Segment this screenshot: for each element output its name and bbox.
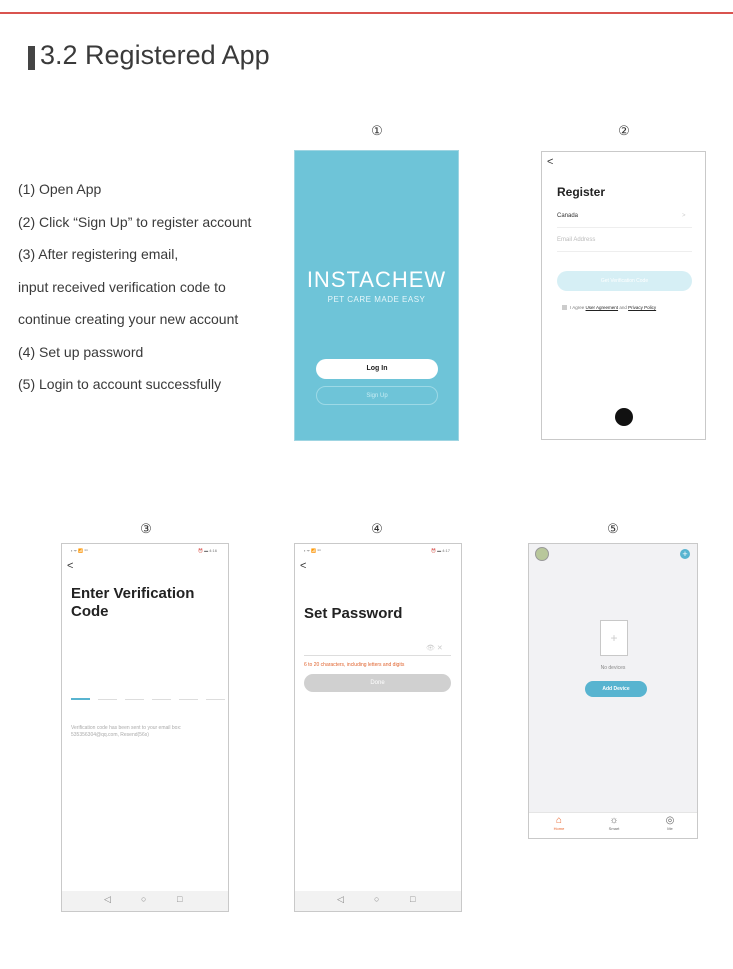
avatar[interactable] — [535, 547, 549, 561]
agree-checkbox[interactable] — [562, 305, 567, 311]
screen-set-password: ▪ ᯤ 📶 ⁸⁸ ⏰ ▬ 4:17 < Set Password 👁 ✕ 6 t… — [294, 543, 462, 912]
code-digit-slot[interactable] — [71, 698, 90, 700]
divider — [557, 251, 692, 252]
instructions-list: (1) Open App (2) Click “Sign Up” to regi… — [18, 181, 251, 409]
country-select[interactable]: Canada — [557, 213, 578, 219]
step-number-3: ③ — [140, 522, 152, 537]
signup-button[interactable]: Sign Up — [316, 386, 438, 405]
code-digit-slot[interactable] — [125, 699, 144, 700]
agreement-row: I Agree User Agreement and Privacy Polic… — [562, 305, 656, 311]
screen-home: + + No devices Add Device ⌂ Home ☼ Smart… — [528, 543, 698, 839]
instruction-line: (5) Login to account successfully — [18, 376, 222, 392]
tab-smart[interactable]: ☼ Smart — [594, 815, 634, 831]
step-number-2: ② — [618, 124, 630, 139]
code-digit-slot[interactable] — [152, 699, 171, 700]
android-nav-bar: ◁ ○ □ — [62, 891, 228, 911]
sun-icon: ☼ — [609, 815, 619, 826]
nav-recent-icon[interactable]: □ — [177, 894, 182, 904]
nav-back-icon[interactable]: ◁ — [104, 894, 111, 905]
email-field[interactable]: Email Address — [557, 237, 595, 243]
screen-splash: INSTACHEW PET CARE MADE EASY Log In Sign… — [294, 150, 459, 441]
password-hint: 6 to 20 characters, including letters an… — [304, 662, 405, 668]
instruction-line: input received verification code to — [18, 278, 226, 295]
password-field-icons[interactable]: 👁 ✕ — [426, 644, 443, 652]
status-bar-left: ▪ ᯤ 📶 ⁸⁸ — [304, 548, 321, 553]
section-title: 3.2 Registered App — [40, 40, 270, 70]
home-icon: ⌂ — [555, 815, 563, 826]
nav-home-icon[interactable]: ○ — [141, 894, 146, 904]
add-device-button[interactable]: Add Device — [585, 681, 647, 697]
app-logo: INSTACHEW — [306, 267, 447, 292]
back-icon[interactable]: < — [300, 560, 306, 572]
back-icon[interactable]: < — [547, 156, 553, 168]
apple-login-icon[interactable] — [615, 408, 633, 426]
done-button[interactable]: Done — [304, 674, 451, 692]
step-number-5: ⑤ — [607, 522, 619, 537]
get-verification-code-button[interactable]: Get Verification Code — [557, 271, 692, 291]
step-number-4: ④ — [371, 522, 383, 537]
code-digit-slot[interactable] — [206, 699, 225, 700]
status-bar-right: ⏰ ▬ 4:17 — [431, 548, 450, 553]
register-title: Register — [557, 185, 606, 199]
divider — [557, 227, 692, 228]
screen-register: < Register Canada > Email Address Get Ve… — [541, 151, 706, 440]
add-icon[interactable]: + — [680, 549, 690, 559]
section-marker — [28, 46, 35, 70]
app-tagline: PET CARE MADE EASY — [327, 295, 426, 304]
agree-and-text: and — [619, 305, 627, 310]
chevron-right-icon: > — [682, 213, 686, 219]
verification-title: Enter Verification Code — [71, 585, 195, 620]
instruction-line: (1) Open App — [18, 181, 102, 197]
step-number-1: ① — [371, 124, 383, 139]
empty-document-icon: + — [600, 620, 628, 656]
status-bar-right: ⏰ ▬ 4:16 — [198, 548, 217, 553]
password-field[interactable] — [304, 655, 451, 656]
instruction-line: (2) Click “Sign Up” to register account — [18, 213, 252, 230]
instruction-line: (4) Set up password — [18, 343, 144, 360]
tab-home[interactable]: ⌂ Home — [539, 815, 579, 831]
tab-label: Me — [667, 826, 673, 831]
user-agreement-link[interactable]: User Agreement — [586, 305, 619, 310]
code-digit-slot[interactable] — [98, 699, 117, 700]
nav-back-icon[interactable]: ◁ — [337, 894, 344, 905]
verification-info: Verification code has been sent to your … — [71, 725, 182, 738]
nav-home-icon[interactable]: ○ — [374, 894, 379, 904]
tab-me[interactable]: ◎ Me — [650, 815, 690, 831]
set-password-title: Set Password — [304, 605, 403, 622]
instruction-line: continue creating your new account — [18, 311, 239, 327]
agree-text: I Agree — [570, 305, 585, 310]
tab-label: Smart — [608, 826, 620, 831]
code-digit-slot[interactable] — [179, 699, 198, 700]
empty-state-label: No devices — [600, 665, 626, 671]
back-icon[interactable]: < — [67, 560, 73, 572]
login-button[interactable]: Log In — [316, 359, 438, 379]
privacy-policy-link[interactable]: Privacy Policy — [628, 305, 656, 310]
tab-label: Home — [553, 826, 565, 831]
nav-recent-icon[interactable]: □ — [410, 894, 415, 904]
screen-verification: ▪ ᯤ 📶 ⁸⁸ ⏰ ▬ 4:16 < Enter Verification C… — [61, 543, 229, 912]
profile-icon: ◎ — [665, 815, 675, 826]
top-rule — [0, 12, 733, 14]
bottom-tab-bar: ⌂ Home ☼ Smart ◎ Me — [529, 812, 697, 838]
instruction-line: (3) After registering email, — [18, 246, 179, 262]
android-nav-bar: ◁ ○ □ — [295, 891, 461, 911]
status-bar-left: ▪ ᯤ 📶 ⁸⁸ — [71, 548, 88, 553]
